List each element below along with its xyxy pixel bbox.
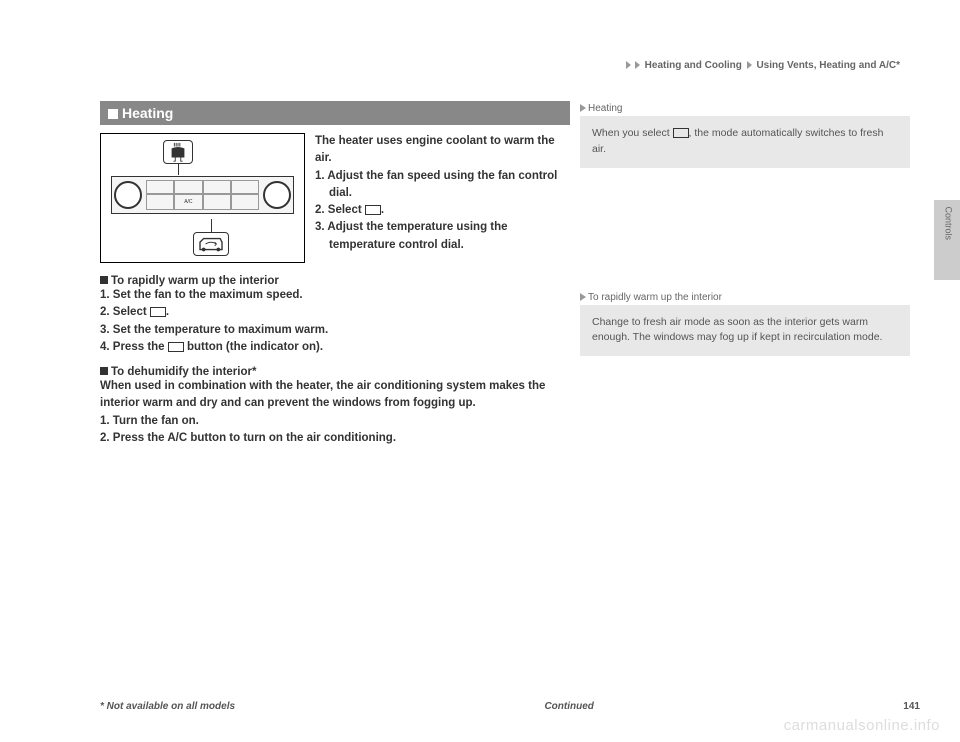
square-icon [108, 109, 118, 119]
callout-recirculate-icon [193, 232, 229, 256]
dehumidify-step1: 1. Turn the fan on. [100, 413, 570, 430]
arrow-icon [747, 61, 752, 69]
triangle-icon [580, 104, 586, 112]
rapid-step3: 3. Set the temperature to maximum warm. [100, 322, 570, 339]
section-title: Heating [122, 105, 173, 121]
section-header: Heating [100, 101, 570, 125]
breadcrumb-part2: Using Vents, Heating and A/C* [756, 60, 900, 71]
rapid-section: To rapidly warm up the interior 1. Set t… [100, 275, 570, 356]
note-box-1: When you select , the mode automatically… [580, 116, 910, 168]
footer-note: * Not available on all models [100, 701, 235, 712]
rapid-step1: 1. Set the fan to the maximum speed. [100, 287, 570, 304]
floor-mode-icon [150, 307, 166, 317]
page-content: Heating and Cooling Using Vents, Heating… [0, 0, 960, 742]
main-content: Heating A/C [100, 101, 920, 457]
button-grid: A/C [146, 180, 259, 210]
dehumidify-step2: 2. Press the A/C button to turn on the a… [100, 430, 570, 447]
figure-row: A/C The heater uses engine coolant to wa… [100, 133, 570, 263]
fan-dial-icon [114, 181, 142, 209]
dehumidify-para: When used in combination with the heater… [100, 378, 570, 413]
side-label: Controls [944, 206, 954, 240]
square-icon [100, 276, 108, 284]
intro-step3: 3. Adjust the temperature using the [315, 219, 570, 236]
arrow-icon [635, 61, 640, 69]
right-column: Heating When you select , the mode autom… [580, 101, 910, 457]
control-panel-figure: A/C [100, 133, 305, 263]
intro-step1: 1. Adjust the fan speed using the fan co… [315, 168, 570, 185]
watermark: carmanualsonline.info [784, 717, 940, 734]
square-icon [100, 367, 108, 375]
left-column: Heating A/C [100, 101, 570, 457]
intro-text: The heater uses engine coolant to warm t… [315, 133, 570, 263]
callout-floor-vent-icon [163, 140, 193, 164]
temp-dial-icon [263, 181, 291, 209]
intro-step1b: dial. [329, 185, 570, 202]
rapid-heading: To rapidly warm up the interior [100, 275, 570, 287]
recirculate-icon [168, 342, 184, 352]
note-label-2: To rapidly warm up the interior [580, 292, 910, 303]
rapid-step4: 4. Press the button (the indicator on). [100, 339, 570, 356]
rapid-step2: 2. Select . [100, 304, 570, 321]
note-label-1: Heating [580, 103, 910, 114]
intro-line: The heater uses engine coolant to warm t… [315, 133, 570, 168]
intro-step3b: temperature control dial. [329, 237, 570, 254]
breadcrumb-part1: Heating and Cooling [645, 60, 742, 71]
arrow-icon [626, 61, 631, 69]
floor-mode-icon [673, 128, 689, 138]
dehumidify-section: To dehumidify the interior* When used in… [100, 366, 570, 447]
dehumidify-heading: To dehumidify the interior* [100, 366, 570, 378]
footer-continued: Continued [544, 701, 593, 712]
intro-step2: 2. Select . [315, 202, 570, 219]
page-number: 141 [903, 701, 920, 712]
breadcrumb: Heating and Cooling Using Vents, Heating… [100, 60, 920, 71]
control-panel: A/C [111, 176, 294, 214]
floor-mode-icon [365, 205, 381, 215]
triangle-icon [580, 293, 586, 301]
footer: * Not available on all models Continued … [100, 701, 920, 712]
note-box-2: Change to fresh air mode as soon as the … [580, 305, 910, 357]
